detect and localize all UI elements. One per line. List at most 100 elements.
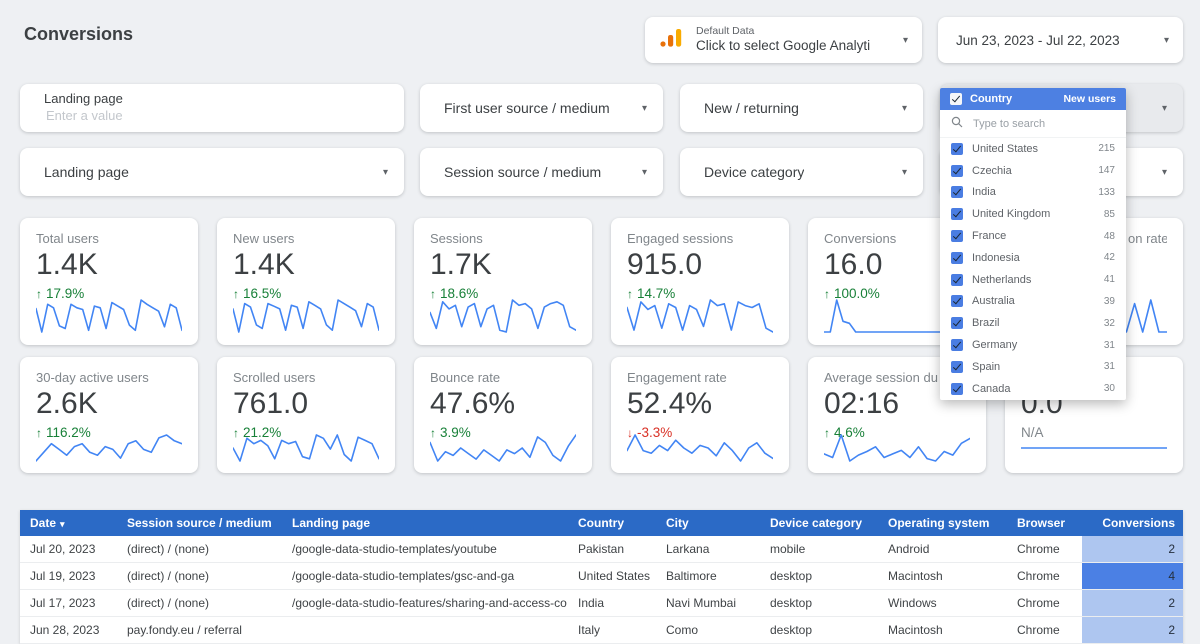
- scorecard-bounce-rate[interactable]: Bounce rate 47.6% ↑3.9%: [414, 357, 592, 473]
- cell-country: Pakistan: [568, 542, 656, 556]
- checkbox-checked-icon[interactable]: [951, 317, 963, 329]
- scorecard-value: 52.4%: [627, 387, 773, 422]
- cell-device-category: mobile: [760, 542, 878, 556]
- landing-page-input[interactable]: [44, 107, 378, 124]
- sparkline-chart: [233, 298, 379, 334]
- scorecard-sessions[interactable]: Sessions 1.7K ↑18.6%: [414, 218, 592, 345]
- cell-session-source: (direct) / (none): [117, 569, 282, 583]
- cell-browser: Chrome: [1007, 596, 1082, 610]
- scorecard-label: New users: [233, 231, 379, 247]
- country-option-united-kingdom[interactable]: United Kingdom 85: [940, 203, 1126, 225]
- new-returning-filter[interactable]: New / returning ▾: [680, 84, 923, 132]
- checkbox-checked-icon[interactable]: [951, 361, 963, 373]
- checkbox-checked-icon[interactable]: [951, 143, 963, 155]
- column-header-device-category[interactable]: Device category: [760, 516, 878, 530]
- cell-device-category: desktop: [760, 623, 878, 637]
- cell-operating-system: Android: [878, 542, 1007, 556]
- landing-page-filter-input[interactable]: Landing page: [20, 84, 404, 132]
- column-header-conversions[interactable]: Conversions: [1082, 510, 1183, 536]
- cell-date: Jul 19, 2023: [20, 569, 117, 583]
- date-range-picker[interactable]: Jun 23, 2023 - Jul 22, 2023 ▾: [938, 17, 1183, 63]
- cell-date: Jul 17, 2023: [20, 596, 117, 610]
- country-name: India: [972, 186, 996, 198]
- checkbox-checked-icon[interactable]: [951, 186, 963, 198]
- country-option-canada[interactable]: Canada 30: [940, 378, 1126, 400]
- checkbox-checked-icon[interactable]: [951, 252, 963, 264]
- cell-conversions-heatmap: 2: [1082, 617, 1183, 643]
- cell-country: United States: [568, 569, 656, 583]
- sort-desc-icon: ▾: [60, 519, 65, 529]
- cell-conversions-heatmap: 2: [1082, 536, 1183, 562]
- column-header-date[interactable]: Date▾: [20, 516, 117, 530]
- chevron-down-icon: ▾: [903, 35, 908, 46]
- table-row: Jun 28, 2023 pay.fondy.eu / referral Ita…: [20, 617, 1183, 644]
- chevron-down-icon: ▾: [902, 167, 907, 178]
- data-source-text: Default Data Click to select Google Anal…: [696, 25, 870, 55]
- filter-label: Session source / medium: [444, 164, 601, 180]
- country-option-brazil[interactable]: Brazil 32: [940, 312, 1126, 334]
- scorecard-total-users[interactable]: Total users 1.4K ↑17.9%: [20, 218, 198, 345]
- column-header-session-source[interactable]: Session source / medium: [117, 516, 282, 530]
- checkbox-checked-icon[interactable]: [951, 230, 963, 242]
- country-search-row[interactable]: [940, 110, 1126, 138]
- select-all-checkbox[interactable]: [950, 93, 962, 105]
- table-row: Jul 19, 2023 (direct) / (none) /google-d…: [20, 563, 1183, 590]
- scorecard-engagement-rate[interactable]: Engagement rate 52.4% ↓-3.3%: [611, 357, 789, 473]
- scorecard-engaged-sessions[interactable]: Engaged sessions 915.0 ↑14.7%: [611, 218, 789, 345]
- device-category-filter[interactable]: Device category ▾: [680, 148, 923, 196]
- chevron-down-icon: ▾: [642, 103, 647, 114]
- column-header-landing-page[interactable]: Landing page: [282, 516, 568, 530]
- cell-session-source: pay.fondy.eu / referral: [117, 623, 282, 637]
- date-range-value: Jun 23, 2023 - Jul 22, 2023: [956, 33, 1120, 48]
- filter-label: Landing page: [44, 164, 129, 180]
- country-option-germany[interactable]: Germany 31: [940, 334, 1126, 356]
- checkbox-checked-icon[interactable]: [951, 274, 963, 286]
- dropdown-title: Country: [970, 93, 1012, 105]
- data-source-selector[interactable]: Default Data Click to select Google Anal…: [645, 17, 922, 63]
- google-analytics-icon: [659, 28, 685, 53]
- scorecard-label: Engaged sessions: [627, 231, 773, 247]
- country-search-input[interactable]: [971, 117, 1095, 131]
- country-option-indonesia[interactable]: Indonesia 42: [940, 247, 1126, 269]
- country-new-users: 133: [1098, 187, 1115, 198]
- country-option-netherlands[interactable]: Netherlands 41: [940, 269, 1126, 291]
- table-row: Jul 20, 2023 (direct) / (none) /google-d…: [20, 536, 1183, 563]
- column-header-operating-system[interactable]: Operating system: [878, 516, 1007, 530]
- chevron-down-icon: ▾: [1162, 103, 1167, 114]
- landing-page-select-filter[interactable]: Landing page ▾: [20, 148, 404, 196]
- country-option-united-states[interactable]: United States 215: [940, 138, 1126, 160]
- checkbox-checked-icon[interactable]: [951, 295, 963, 307]
- checkbox-checked-icon[interactable]: [951, 339, 963, 351]
- first-user-source-filter[interactable]: First user source / medium ▾: [420, 84, 663, 132]
- country-name: Germany: [972, 339, 1017, 351]
- cell-conversions-heatmap: 2: [1082, 590, 1183, 616]
- sparkline-chart: [36, 433, 182, 463]
- sparkline-chart: [233, 433, 379, 463]
- checkbox-checked-icon[interactable]: [951, 383, 963, 395]
- country-dropdown-header: Country New users: [940, 88, 1126, 110]
- session-source-filter[interactable]: Session source / medium ▾: [420, 148, 663, 196]
- column-header-browser[interactable]: Browser: [1007, 516, 1082, 530]
- country-option-france[interactable]: France 48: [940, 225, 1126, 247]
- scorecard-value: 915.0: [627, 248, 773, 283]
- sparkline-chart: [430, 298, 576, 334]
- scorecard-scrolled-users[interactable]: Scrolled users 761.0 ↑21.2%: [217, 357, 395, 473]
- checkbox-checked-icon[interactable]: [951, 208, 963, 220]
- country-option-czechia[interactable]: Czechia 147: [940, 160, 1126, 182]
- country-option-spain[interactable]: Spain 31: [940, 356, 1126, 378]
- column-header-country[interactable]: Country: [568, 516, 656, 530]
- checkbox-checked-icon[interactable]: [951, 165, 963, 177]
- country-name: Czechia: [972, 165, 1012, 177]
- country-new-users: 31: [1104, 361, 1115, 372]
- cell-city: Navi Mumbai: [656, 596, 760, 610]
- country-name: Canada: [972, 383, 1011, 395]
- table-row: Jul 17, 2023 (direct) / (none) /google-d…: [20, 590, 1183, 617]
- sparkline-chart: [824, 433, 970, 463]
- scorecard-new-users[interactable]: New users 1.4K ↑16.5%: [217, 218, 395, 345]
- column-header-city[interactable]: City: [656, 516, 760, 530]
- country-option-india[interactable]: India 133: [940, 182, 1126, 204]
- filter-label: New / returning: [704, 100, 799, 116]
- scorecard-30day-active-users[interactable]: 30-day active users 2.6K ↑116.2%: [20, 357, 198, 473]
- country-option-australia[interactable]: Australia 39: [940, 291, 1126, 313]
- country-name: Australia: [972, 295, 1015, 307]
